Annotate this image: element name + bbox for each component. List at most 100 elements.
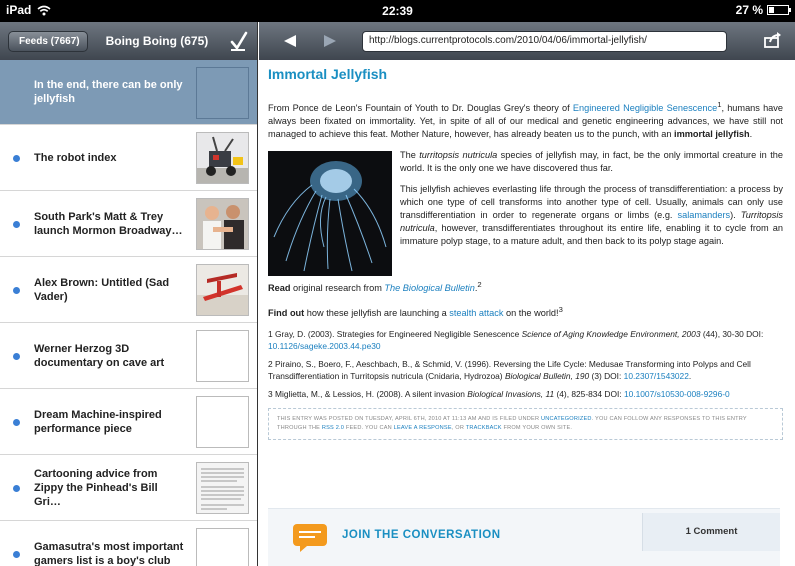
findout-paragraph: Find out how these jellyfish are launchi…: [268, 303, 783, 320]
text: 3 Miglietta, M., & Lessios, H. (2008). A…: [268, 389, 468, 400]
text: .: [688, 371, 692, 382]
text: original research from: [290, 283, 385, 294]
article-title: The robot index: [34, 151, 117, 164]
list-item[interactable]: Alex Brown: Untitled (Sad Vader): [0, 257, 257, 323]
list-item[interactable]: Gamasutra's most important gamers list i…: [0, 521, 257, 566]
text: .: [749, 129, 753, 140]
text: FROM YOUR OWN SITE.: [501, 425, 573, 432]
unread-dot-icon: [13, 221, 20, 228]
conversation-section: JOIN THE CONVERSATION 1 Comment: [268, 508, 780, 566]
text: THIS ENTRY WAS POSTED ON TUESDAY, APRIL …: [277, 416, 541, 423]
article-title: Alex Brown: Untitled (Sad Vader): [34, 276, 170, 303]
clock: 22:39: [382, 4, 413, 18]
unread-dot-icon: [13, 419, 20, 426]
reference-item: 3 Miglietta, M., & Lessios, H. (2008). A…: [268, 388, 783, 400]
salamanders-link[interactable]: salamanders: [678, 210, 731, 220]
category-link[interactable]: UNCATEGORIZED: [541, 416, 592, 422]
document-thumbnail: [196, 462, 249, 514]
people-thumbnail: [196, 198, 249, 250]
ens-link[interactable]: Engineered Negligible Senescence: [573, 103, 717, 113]
list-item[interactable]: The robot index: [0, 125, 257, 191]
text: on the world!: [503, 308, 559, 319]
italic-text: Biological Invasions, 11: [467, 389, 555, 400]
rss-link[interactable]: RSS 2.0: [322, 425, 344, 431]
doi-link[interactable]: 10.2307/1543022: [624, 371, 689, 381]
battery-icon: [767, 5, 791, 15]
join-conversation-heading: JOIN THE CONVERSATION: [342, 529, 501, 541]
article-title: In the end, there can be only jellyfish: [34, 79, 183, 105]
url-field[interactable]: http://blogs.currentprotocols.com/2010/0…: [362, 31, 727, 52]
comment-count-button[interactable]: 1 Comment: [642, 513, 780, 551]
leave-response-link[interactable]: LEAVE A RESPONSE: [394, 425, 452, 431]
text: (3) DOI:: [589, 371, 624, 382]
footnote-ref[interactable]: 2: [477, 280, 481, 289]
article-list: In the end, there can be only jellyfish …: [0, 60, 257, 566]
reference-item: 1 Gray, D. (2003). Strategies for Engine…: [268, 328, 783, 352]
text: From Ponce de Leon's Fountain of Youth t…: [268, 103, 573, 114]
thumbnail-empty: [196, 67, 249, 119]
thumbnail-empty: [196, 330, 249, 382]
article-title: Werner Herzog 3D documentary on cave art: [34, 342, 165, 369]
feeds-back-button[interactable]: Feeds (7667): [8, 30, 88, 52]
list-header: Feeds (7667) Boing Boing (675): [0, 22, 257, 60]
share-icon[interactable]: [764, 32, 782, 48]
biological-bulletin-link[interactable]: The Biological Bulletin: [384, 283, 474, 293]
bold-text: immortal jellyfish: [674, 129, 750, 140]
transdifferentiation-paragraph: This jellyfish achieves everlasting life…: [400, 183, 783, 248]
text: how these jellyfish are launching a: [304, 308, 450, 319]
status-right: 27 %: [735, 3, 791, 17]
text: , OR: [451, 425, 466, 432]
post-meta: THIS ENTRY WAS POSTED ON TUESDAY, APRIL …: [268, 408, 783, 441]
reference-item: 2 Piraino, S., Boero, F., Aeschbach, B.,…: [268, 358, 783, 382]
italic-text: Biological Bulletin, 190: [504, 371, 590, 382]
forward-arrow-icon[interactable]: [322, 34, 338, 48]
species-paragraph: The turritopsis nutricula species of jel…: [400, 149, 783, 175]
list-item[interactable]: Cartooning advice from Zippy the Pinhead…: [0, 455, 257, 521]
browser-toolbar: http://blogs.currentprotocols.com/2010/0…: [259, 22, 795, 60]
speech-bubble-icon: [293, 524, 327, 552]
article-title: South Park's Matt & Trey launch Mormon B…: [34, 210, 183, 237]
figure-row: The turritopsis nutricula species of jel…: [268, 149, 783, 277]
list-item[interactable]: In the end, there can be only jellyfish: [0, 60, 257, 125]
text: 1 Gray, D. (2003). Strategies for Engine…: [268, 329, 522, 340]
article-title: Cartooning advice from Zippy the Pinhead…: [34, 467, 158, 508]
text: (4), 825-834 DOI:: [554, 389, 624, 400]
list-item[interactable]: Dream Machine-inspired performance piece: [0, 389, 257, 455]
feed-title: Boing Boing (675): [105, 34, 209, 48]
figure-text: The turritopsis nutricula species of jel…: [400, 149, 783, 276]
unread-dot-icon: [13, 155, 20, 162]
thumbnail-empty: [196, 396, 249, 448]
text: , however, transdifferentiates throughou…: [400, 223, 783, 247]
article-list-pane: Feeds (7667) Boing Boing (675) In the en…: [0, 22, 258, 566]
text: The: [400, 150, 420, 161]
back-arrow-icon[interactable]: [282, 34, 298, 48]
intro-paragraph: From Ponce de Leon's Fountain of Youth t…: [268, 98, 783, 141]
unread-dot-icon: [13, 287, 20, 294]
doi-link[interactable]: 10.1126/sageke.2003.44.pe30: [268, 341, 381, 351]
italic-text: Science of Aging Knowledge Environment, …: [521, 329, 701, 340]
reader-pane: http://blogs.currentprotocols.com/2010/0…: [259, 22, 795, 566]
list-item[interactable]: Werner Herzog 3D documentary on cave art: [0, 323, 257, 389]
unread-dot-icon: [13, 485, 20, 492]
bold-text: Read: [268, 283, 291, 294]
jellyfish-image: [268, 151, 392, 277]
trackback-link[interactable]: TRACKBACK: [466, 425, 502, 431]
robot-thumbnail: [196, 132, 249, 184]
list-item[interactable]: South Park's Matt & Trey launch Mormon B…: [0, 191, 257, 257]
unread-dot-icon: [13, 353, 20, 360]
article-title: Dream Machine-inspired performance piece: [34, 408, 162, 435]
text: (44), 30-30 DOI:: [700, 329, 764, 340]
article-content: Immortal Jellyfish From Ponce de Leon's …: [259, 60, 795, 441]
stealth-attack-link[interactable]: stealth attack: [449, 308, 503, 318]
battery-percent: 27 %: [735, 3, 763, 17]
text: ).: [730, 210, 741, 221]
mark-all-read-icon[interactable]: [229, 30, 249, 52]
footnote-ref[interactable]: 3: [559, 305, 563, 314]
status-bar: iPad 22:39 27 %: [0, 0, 795, 22]
article-title: Gamasutra's most important gamers list i…: [34, 540, 184, 566]
read-paragraph: Read original research from The Biologic…: [268, 278, 783, 295]
doi-link[interactable]: 10.1007/s10530-008-9296-0: [624, 389, 730, 399]
battery-level: [769, 7, 774, 13]
italic-text: turritopsis nutricula: [419, 150, 498, 161]
bold-text: Find out: [268, 308, 305, 319]
